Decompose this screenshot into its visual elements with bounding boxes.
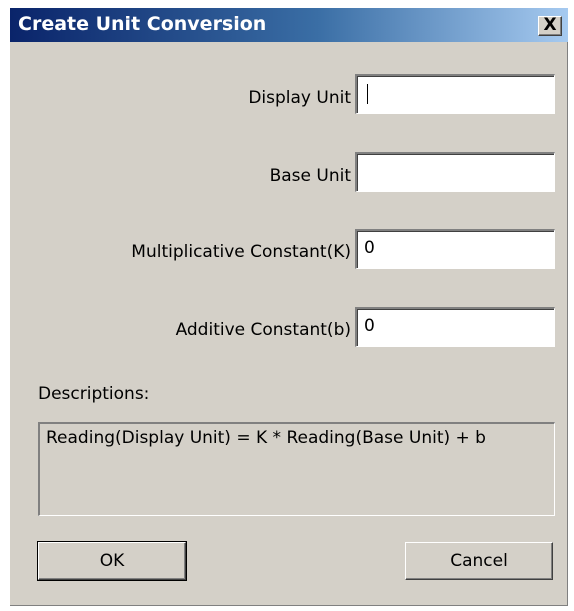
title-bar[interactable]: Create Unit Conversion X: [10, 8, 568, 42]
additive-constant-field[interactable]: 0: [355, 307, 555, 347]
base-unit-label: Base Unit: [269, 166, 351, 186]
dialog-title: Create Unit Conversion: [18, 13, 267, 35]
multiplicative-constant-field[interactable]: 0: [355, 229, 555, 269]
text-caret: [367, 84, 368, 104]
multiplicative-constant-value: 0: [364, 238, 375, 258]
multiplicative-constant-label: Multiplicative Constant(K): [131, 242, 351, 262]
descriptions-text: Reading(Display Unit) = K * Reading(Base…: [46, 428, 486, 448]
display-unit-label: Display Unit: [248, 88, 351, 108]
display-unit-field[interactable]: [355, 74, 555, 114]
base-unit-field[interactable]: [355, 152, 555, 192]
cancel-button[interactable]: Cancel: [405, 542, 553, 580]
close-button[interactable]: X: [538, 16, 562, 36]
ok-button[interactable]: OK: [37, 541, 187, 581]
additive-constant-value: 0: [364, 316, 375, 336]
descriptions-box: Reading(Display Unit) = K * Reading(Base…: [38, 422, 555, 516]
create-unit-conversion-dialog: Create Unit Conversion X Display Unit Ba…: [10, 8, 568, 606]
close-icon: X: [543, 15, 557, 35]
additive-constant-label: Additive Constant(b): [175, 320, 351, 340]
descriptions-label: Descriptions:: [38, 384, 150, 404]
